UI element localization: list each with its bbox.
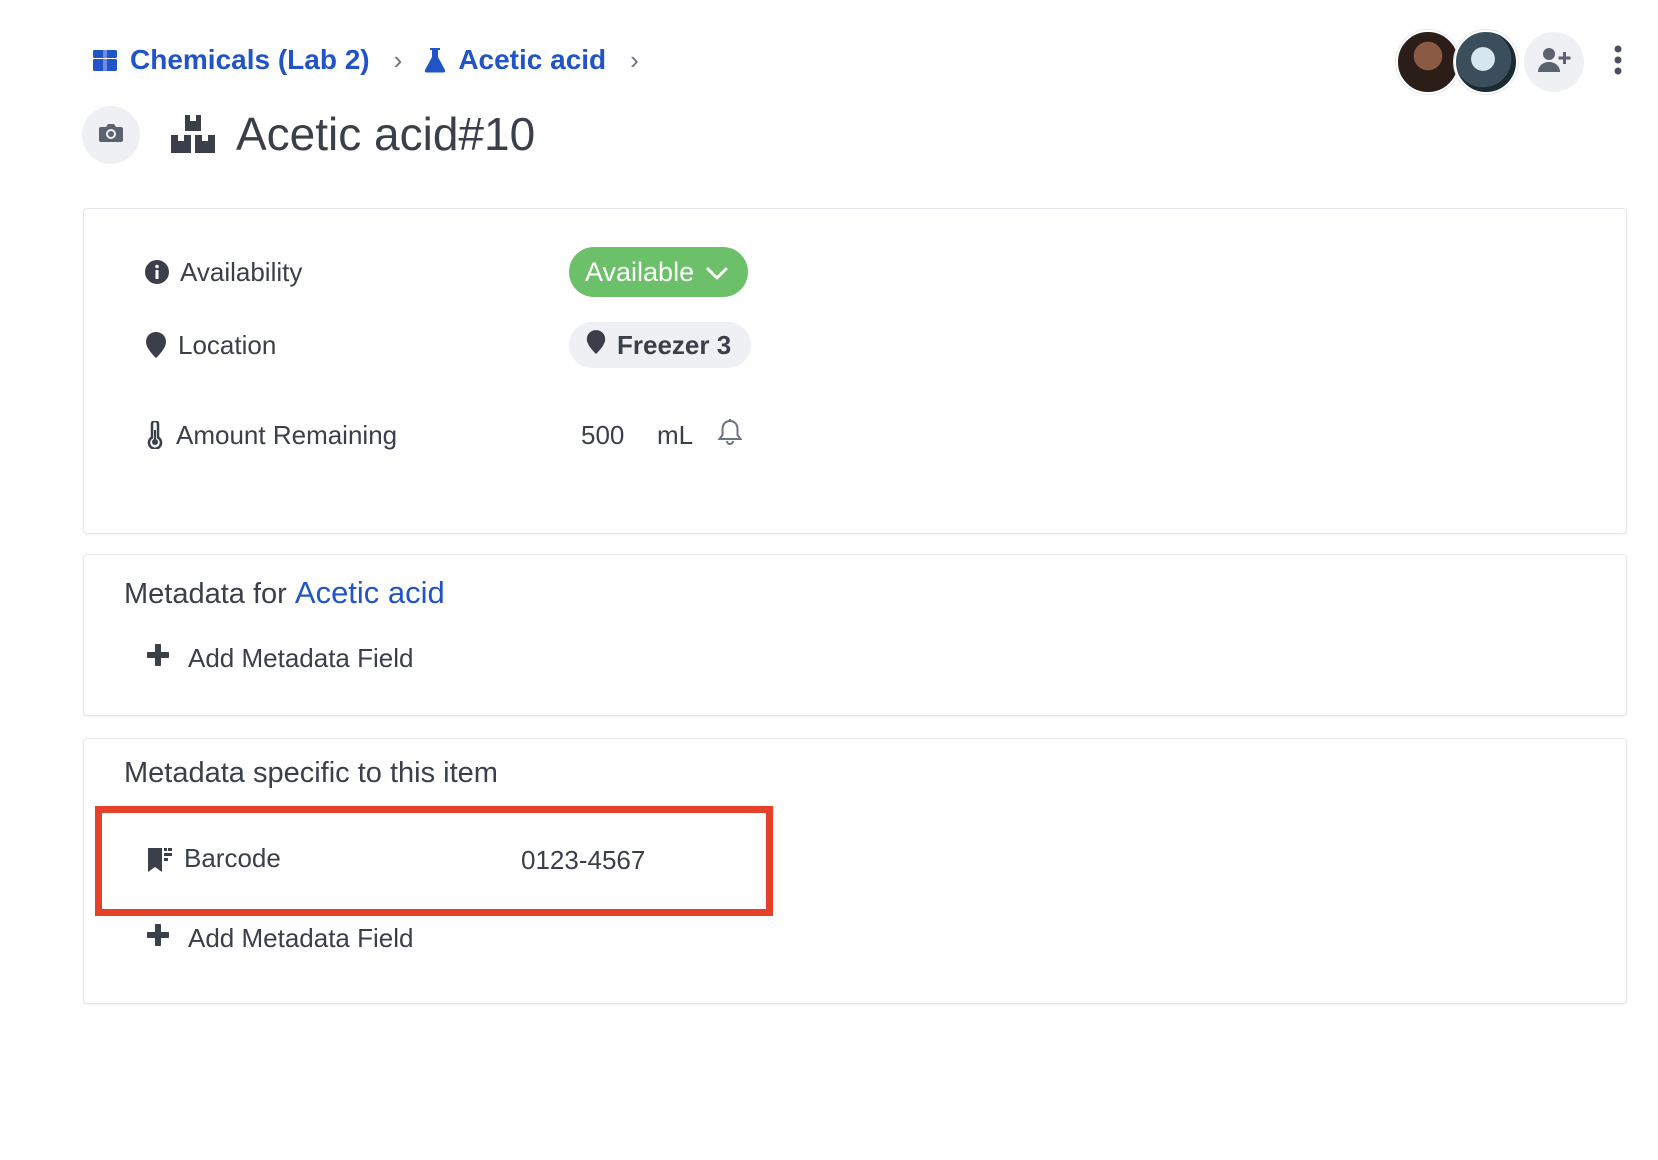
map-pin-icon (144, 331, 168, 359)
amount-value: mL (569, 418, 743, 453)
header-actions (1396, 30, 1638, 94)
location-value: Freezer 3 (569, 322, 752, 368)
highlight-box (95, 806, 773, 916)
more-vertical-icon (1613, 45, 1623, 80)
plus-icon (146, 923, 170, 954)
location-row: Location Freezer 3 (144, 321, 752, 369)
breadcrumb-separator: › (393, 44, 403, 75)
plus-icon (146, 643, 170, 674)
add-template-metadata-button[interactable]: Add Metadata Field (146, 643, 413, 674)
location-label-text: Location (178, 329, 277, 360)
amount-input[interactable] (581, 419, 633, 451)
properties-card: Availability Available Location Freezer … (83, 208, 1627, 534)
availability-dropdown-value: Available (585, 256, 695, 287)
bell-icon[interactable] (717, 418, 743, 453)
avatar[interactable] (1396, 30, 1460, 94)
availability-dropdown[interactable]: Available (569, 247, 749, 297)
location-label: Location (144, 330, 504, 361)
page-title: Acetic acid#10 (236, 108, 536, 160)
amount-unit[interactable]: mL (657, 420, 693, 451)
add-template-metadata-label: Add Metadata Field (188, 643, 414, 673)
breadcrumb: Chemicals (Lab 2) › Acetic acid › (92, 40, 651, 80)
add-item-metadata-button[interactable]: Add Metadata Field (146, 923, 413, 954)
info-circle-icon (144, 259, 170, 285)
camera-icon (98, 122, 124, 149)
amount-row: Amount Remaining mL (144, 413, 743, 457)
breadcrumb-item-acetic-acid[interactable]: Acetic acid (424, 44, 606, 76)
template-metadata-card: Metadata for Acetic acid Add Metadata Fi… (83, 554, 1627, 716)
page: Chemicals (Lab 2) › Acetic acid › Acetic… (0, 0, 1658, 1160)
breadcrumb-separator: › (630, 44, 639, 75)
thermometer-icon (144, 421, 166, 449)
boxes-icon (170, 114, 216, 159)
amount-editor: mL (569, 418, 743, 453)
location-selector[interactable]: Freezer 3 (569, 322, 752, 368)
template-metadata-heading: Metadata for Acetic acid (124, 575, 445, 611)
avatar[interactable] (1454, 30, 1518, 94)
map-pin-icon (585, 329, 607, 362)
template-metadata-heading-prefix: Metadata for (124, 578, 287, 610)
amount-label: Amount Remaining (144, 420, 504, 451)
add-photo-button[interactable] (82, 106, 140, 164)
chevron-down-icon (706, 257, 728, 288)
add-item-metadata-label: Add Metadata Field (188, 923, 414, 953)
breadcrumb-label: Acetic acid (458, 44, 607, 75)
amount-label-text: Amount Remaining (176, 419, 398, 450)
availability-value: Available (569, 247, 749, 297)
user-plus-icon (1537, 46, 1571, 79)
location-selector-value: Freezer 3 (617, 329, 732, 360)
add-user-button[interactable] (1524, 32, 1584, 92)
breadcrumb-item-chemicals[interactable]: Chemicals (Lab 2) (92, 44, 370, 76)
flask-icon (424, 47, 446, 73)
item-metadata-heading: Metadata specific to this item (124, 757, 498, 789)
breadcrumb-label: Chemicals (Lab 2) (130, 44, 370, 75)
availability-label-text: Availability (180, 256, 303, 287)
more-options-button[interactable] (1598, 32, 1638, 92)
box-icon (92, 47, 118, 73)
template-metadata-heading-link[interactable]: Acetic acid (295, 575, 445, 610)
availability-row: Availability Available (144, 247, 749, 297)
availability-label: Availability (144, 257, 504, 288)
